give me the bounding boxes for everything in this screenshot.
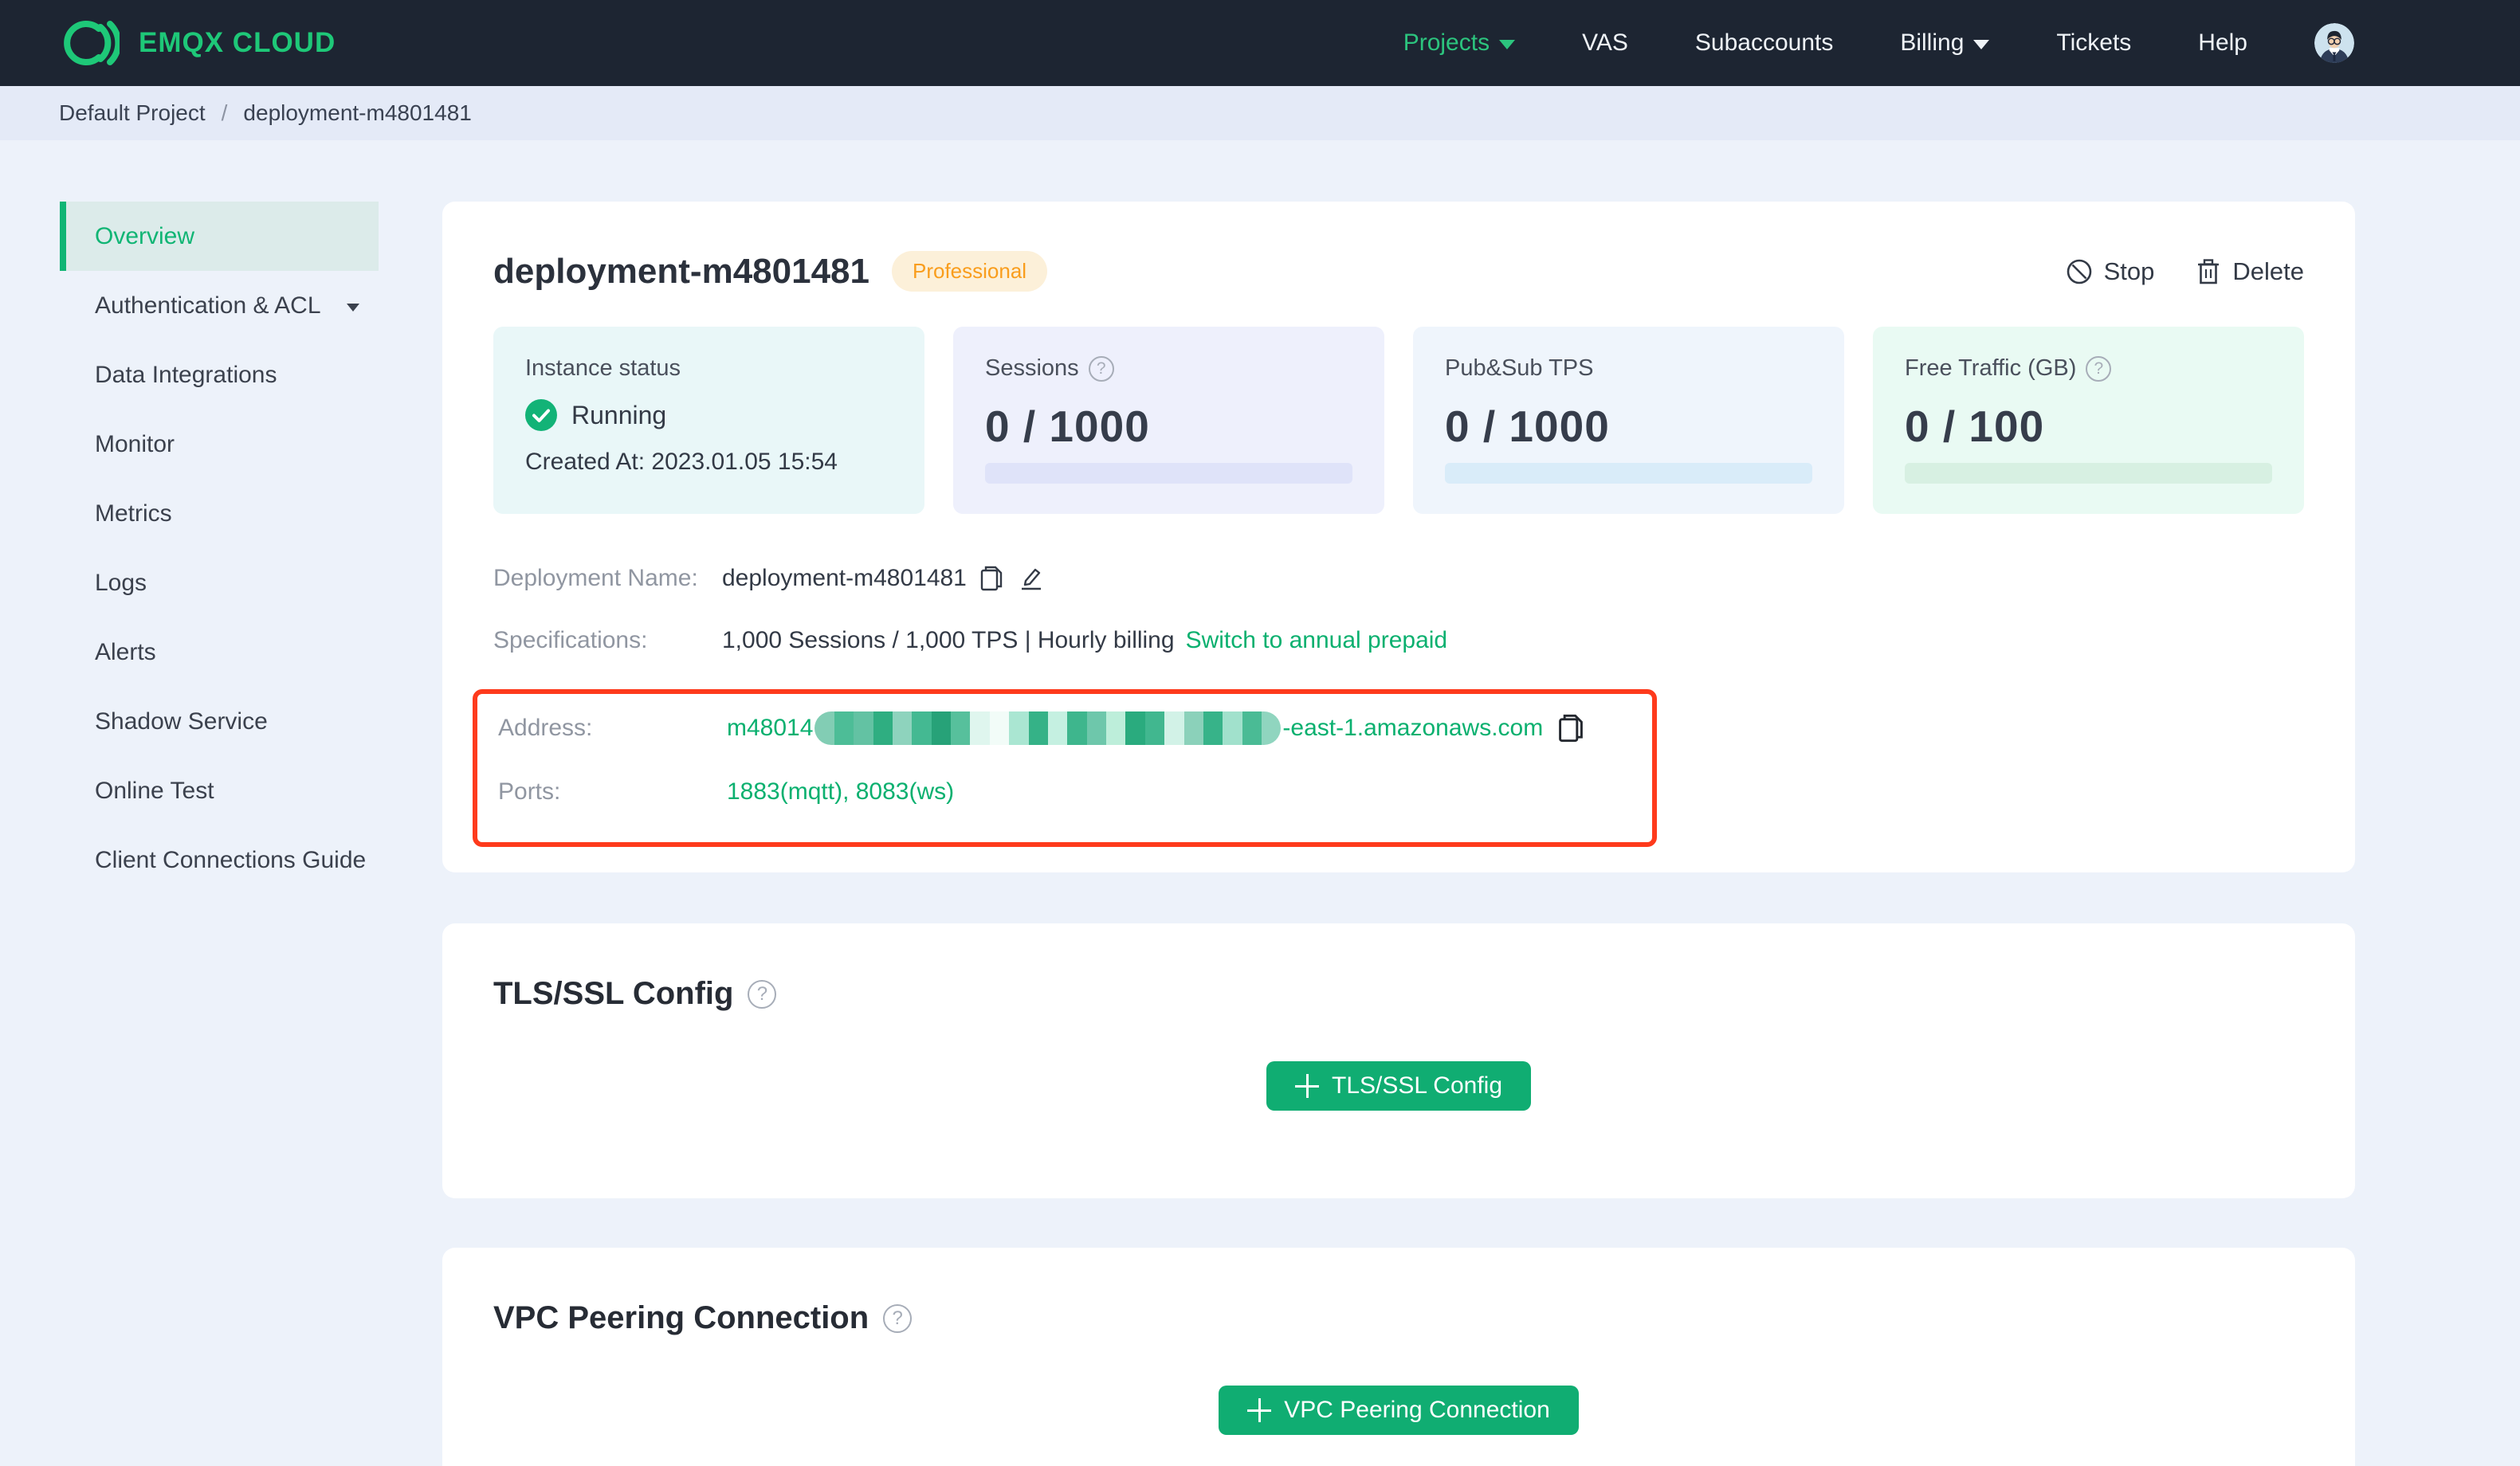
sidebar-item-data-integrations[interactable]: Data Integrations xyxy=(60,340,379,410)
instance-status-label: Instance status xyxy=(525,355,681,381)
stats-row: Instance status Running Created At: 2023… xyxy=(493,327,2304,514)
red-highlight-annotation: Address: m48014 -east-1.amazonaws.com Po… xyxy=(473,689,1657,847)
deployment-title: deployment-m4801481 xyxy=(493,251,869,291)
breadcrumb-project[interactable]: Default Project xyxy=(59,100,206,126)
add-vpc-peering-button[interactable]: VPC Peering Connection xyxy=(1219,1386,1579,1435)
deployment-details: Deployment Name: deployment-m4801481 Spe… xyxy=(473,565,2304,847)
check-circle-icon xyxy=(525,399,557,431)
trash-icon xyxy=(2196,258,2221,285)
help-icon[interactable] xyxy=(1088,355,1114,382)
sidebar-item-shadow-service[interactable]: Shadow Service xyxy=(60,687,379,756)
address-label: Address: xyxy=(498,715,593,741)
help-icon[interactable] xyxy=(748,979,777,1009)
logo-text: EMQX CLOUD xyxy=(139,27,336,58)
sidebar: Overview Authentication & ACL Data Integ… xyxy=(60,202,379,1466)
traffic-progress-bar xyxy=(1905,463,2272,484)
sessions-value: 0 / 1000 xyxy=(985,402,1150,451)
delete-button[interactable]: Delete xyxy=(2196,257,2304,286)
free-traffic-card: Free Traffic (GB) 0 / 100 xyxy=(1873,327,2304,514)
specifications-label: Specifications: xyxy=(493,627,648,653)
sidebar-item-overview[interactable]: Overview xyxy=(60,202,379,271)
add-tls-ssl-config-button[interactable]: TLS/SSL Config xyxy=(1266,1061,1531,1111)
stop-button[interactable]: Stop xyxy=(2066,257,2154,286)
deployment-name-label: Deployment Name: xyxy=(493,565,698,591)
sidebar-item-authentication-acl[interactable]: Authentication & ACL xyxy=(60,271,379,340)
breadcrumb-deployment: deployment-m4801481 xyxy=(243,100,472,125)
sessions-card: Sessions 0 / 1000 xyxy=(953,327,1384,514)
free-traffic-value: 0 / 100 xyxy=(1905,402,2045,451)
tls-ssl-config-card: TLS/SSL Config TLS/SSL Config xyxy=(442,923,2355,1198)
copy-icon[interactable] xyxy=(1557,713,1584,743)
main-nav: Projects VAS Subaccounts Billing Tickets… xyxy=(1403,23,2354,63)
sidebar-item-alerts[interactable]: Alerts xyxy=(60,617,379,687)
help-icon[interactable] xyxy=(2086,355,2112,382)
plan-badge: Professional xyxy=(892,251,1048,292)
active-indicator-bar xyxy=(60,202,66,271)
address-prefix: m48014 xyxy=(727,715,814,741)
main-content: deployment-m4801481 Professional Stop De… xyxy=(442,202,2355,1466)
address-redacted-blur xyxy=(814,711,1282,745)
sidebar-item-client-connections-guide[interactable]: Client Connections Guide xyxy=(60,825,379,895)
breadcrumb-separator: / xyxy=(221,100,228,125)
chevron-down-icon xyxy=(1499,40,1516,49)
chevron-down-icon xyxy=(1973,40,1990,49)
sidebar-item-logs[interactable]: Logs xyxy=(60,548,379,617)
vpc-section-title: VPC Peering Connection xyxy=(493,1300,869,1335)
emqx-cloud-logo[interactable]: EMQX CLOUD xyxy=(59,15,336,71)
instance-status-card: Instance status Running Created At: 2023… xyxy=(493,327,924,514)
deployment-name-value: deployment-m4801481 xyxy=(722,565,967,591)
sessions-progress-bar xyxy=(985,463,1352,484)
nav-billing[interactable]: Billing xyxy=(1900,29,1990,57)
pubsub-tps-label: Pub&Sub TPS xyxy=(1445,355,1594,381)
switch-annual-prepaid-link[interactable]: Switch to annual prepaid xyxy=(1186,627,1448,654)
sidebar-item-monitor[interactable]: Monitor xyxy=(60,410,379,479)
created-at-text: Created At: 2023.01.05 15:54 xyxy=(525,449,838,475)
copy-icon[interactable] xyxy=(979,565,1003,592)
chevron-down-icon xyxy=(347,303,359,312)
address-suffix: -east-1.amazonaws.com xyxy=(1282,715,1544,741)
user-avatar[interactable] xyxy=(2314,23,2354,63)
nav-projects[interactable]: Projects xyxy=(1403,29,1516,57)
emqx-logo-icon xyxy=(59,15,120,71)
vpc-peering-card: VPC Peering Connection VPC Peering Conne… xyxy=(442,1248,2355,1466)
nav-tickets[interactable]: Tickets xyxy=(2056,29,2131,57)
deployment-overview-card: deployment-m4801481 Professional Stop De… xyxy=(442,202,2355,872)
nav-help[interactable]: Help xyxy=(2198,29,2247,57)
status-text: Running xyxy=(571,400,667,429)
edit-icon[interactable] xyxy=(1018,565,1043,592)
top-navbar: EMQX CLOUD Projects VAS Subaccounts Bill… xyxy=(0,0,2520,86)
sidebar-item-online-test[interactable]: Online Test xyxy=(60,756,379,825)
sidebar-item-metrics[interactable]: Metrics xyxy=(60,479,379,548)
pubsub-tps-value: 0 / 1000 xyxy=(1445,402,1610,451)
specifications-value: 1,000 Sessions / 1,000 TPS | Hourly bill… xyxy=(722,627,1175,653)
pubsub-tps-card: Pub&Sub TPS 0 / 1000 xyxy=(1413,327,1844,514)
ports-value: 1883(mqtt), 8083(ws) xyxy=(727,778,955,805)
tls-section-title: TLS/SSL Config xyxy=(493,976,734,1011)
plus-icon xyxy=(1295,1074,1319,1098)
stop-icon xyxy=(2066,258,2093,285)
sessions-label: Sessions xyxy=(985,355,1079,381)
nav-vas[interactable]: VAS xyxy=(1582,29,1628,57)
breadcrumb: Default Project / deployment-m4801481 xyxy=(0,86,2520,140)
nav-subaccounts[interactable]: Subaccounts xyxy=(1695,29,1833,57)
free-traffic-label: Free Traffic (GB) xyxy=(1905,355,2077,381)
help-icon[interactable] xyxy=(883,1303,913,1333)
plus-icon xyxy=(1247,1398,1272,1422)
pubsub-progress-bar xyxy=(1445,463,1812,484)
ports-label: Ports: xyxy=(498,778,561,805)
